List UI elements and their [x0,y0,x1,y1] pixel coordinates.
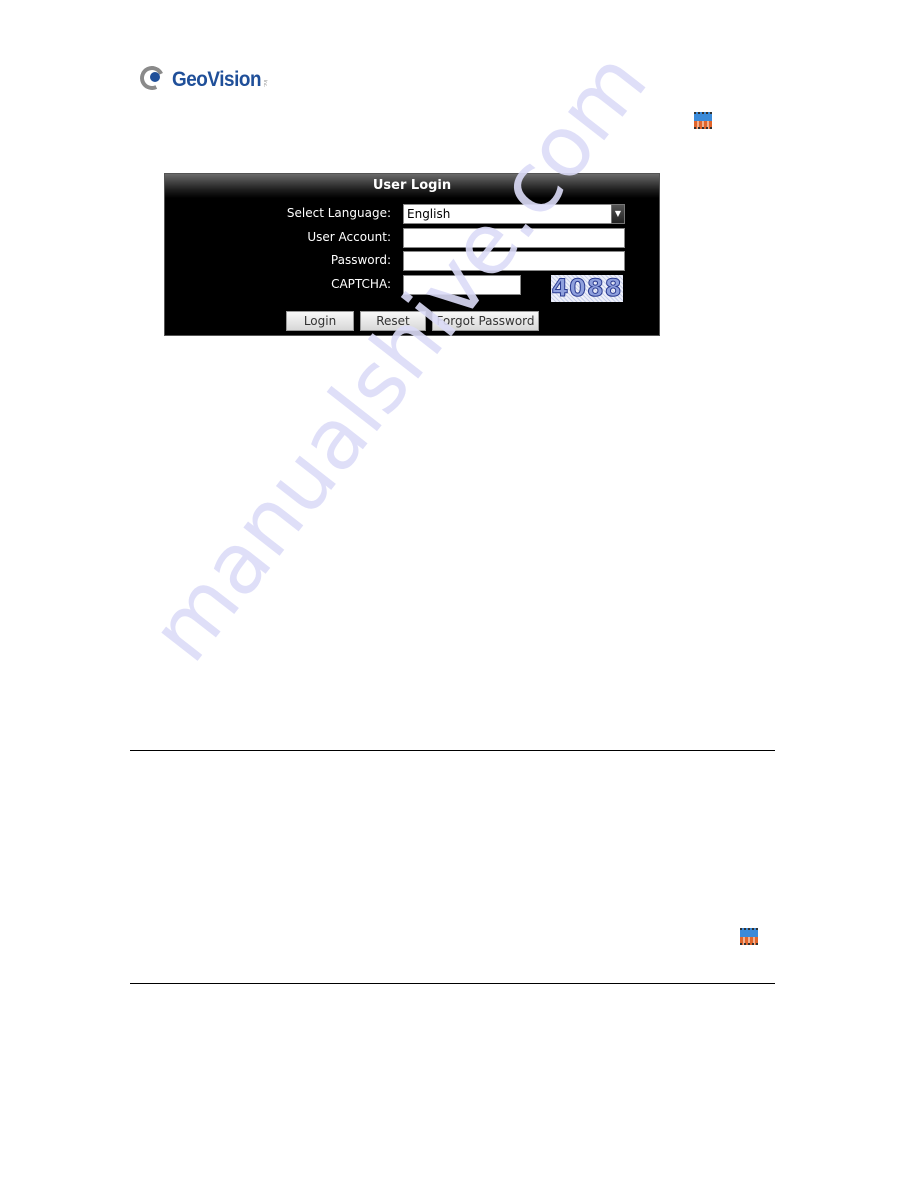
logo-text: GeoVision [172,68,262,91]
password-input[interactable] [403,251,625,271]
language-select[interactable]: English ▼ [403,204,625,224]
language-label: Select Language: [286,206,391,220]
captcha-input[interactable] [403,275,521,295]
captcha-image: 4088 [551,274,623,302]
account-row: User Account: [165,228,659,248]
password-label: Password: [330,253,391,267]
note-bottom-rule [130,983,775,984]
login-buttons: Login Reset Forgot Password [286,311,539,331]
geovision-logo: GeoVision Inc. [136,62,268,98]
user-account-input[interactable] [403,228,625,248]
film-playback-icon [740,928,758,946]
login-panel-title: User Login [165,174,659,198]
login-button[interactable]: Login [286,311,354,331]
language-row: Select Language: English ▼ [165,204,659,224]
logo-suffix: Inc. [262,80,268,88]
film-playback-icon [694,112,712,130]
watermark: manualshive.com [131,33,666,680]
captcha-label: CAPTCHA: [331,277,391,291]
password-row: Password: [165,251,659,271]
user-login-panel: User Login Select Language: English ▼ Us… [164,173,660,336]
note-top-rule [130,750,775,751]
account-label: User Account: [307,230,391,244]
language-select-value: English [407,207,451,221]
forgot-password-button[interactable]: Forgot Password [432,311,539,331]
geovision-logo-icon [136,62,168,94]
chevron-down-icon[interactable]: ▼ [611,204,625,224]
reset-button[interactable]: Reset [360,311,426,331]
